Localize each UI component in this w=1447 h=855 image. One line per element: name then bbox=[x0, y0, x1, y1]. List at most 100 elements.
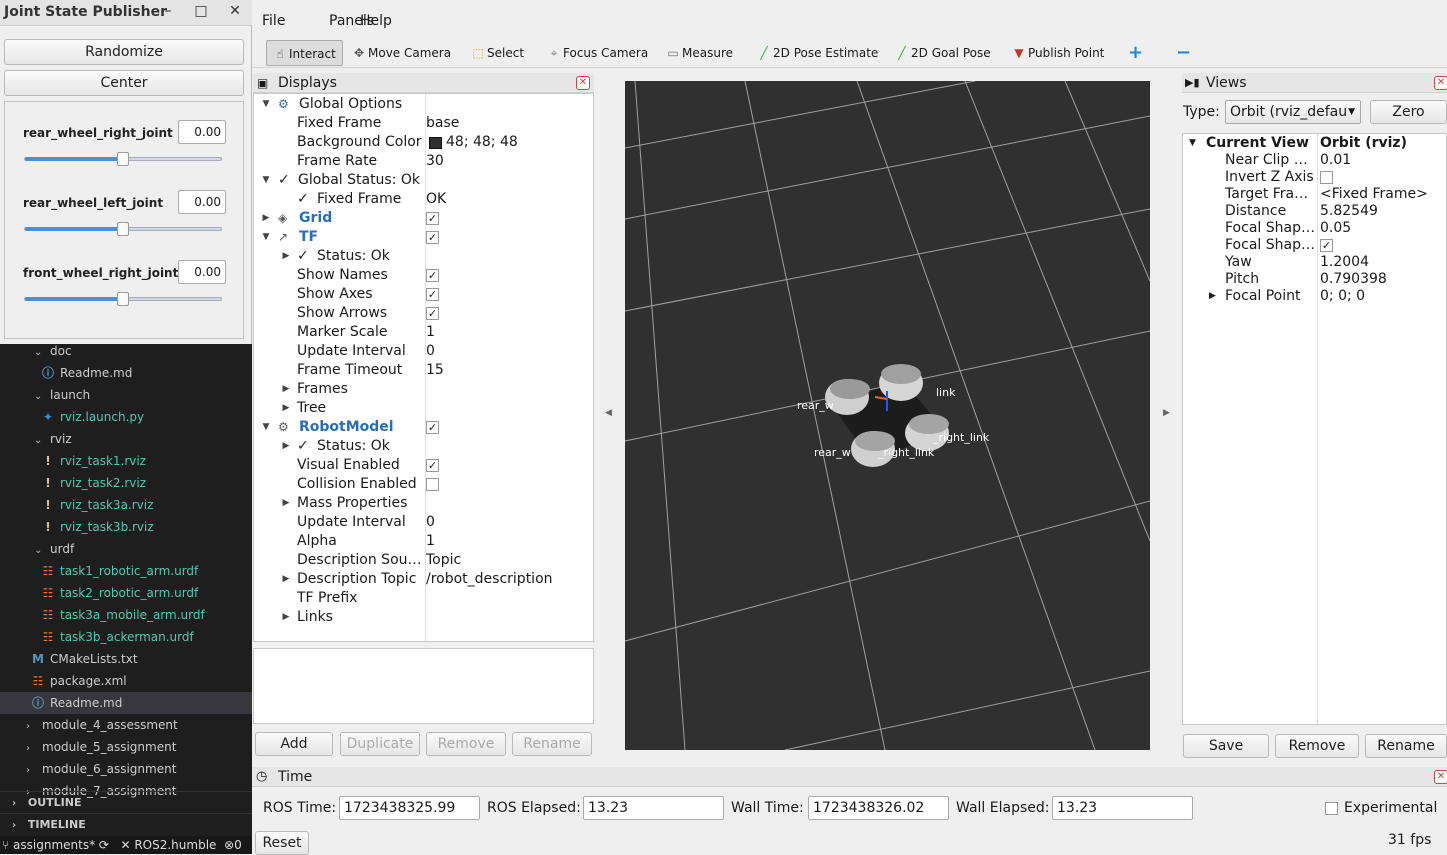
display-property-row[interactable]: Collision Enabled bbox=[254, 475, 593, 494]
display-property-row[interactable]: Update Interval 0 bbox=[254, 513, 593, 532]
view-property-value[interactable]: 1.2004 bbox=[1320, 254, 1369, 271]
rename-view-button[interactable]: Rename bbox=[1365, 734, 1447, 758]
explorer-item[interactable]: › module_5_assignment bbox=[0, 736, 252, 758]
display-property-row[interactable]: Update Interval 0 bbox=[254, 342, 593, 361]
joint-value-field[interactable]: 0.00 bbox=[178, 120, 226, 144]
ros-elapsed-field[interactable]: 13.23 bbox=[583, 796, 724, 820]
outline-section[interactable]: › OUTLINE bbox=[0, 791, 252, 813]
view-checkbox[interactable] bbox=[1320, 171, 1333, 184]
view-property-row[interactable]: ▼ Current View Orbit (rviz) bbox=[1183, 135, 1446, 152]
explorer-item[interactable]: ☷ task3b_ackerman.urdf bbox=[0, 626, 252, 648]
display-property-value[interactable]: /robot_description bbox=[426, 570, 553, 589]
display-property-row[interactable]: Description Sou… Topic bbox=[254, 551, 593, 570]
display-property-row[interactable]: ▶ Tree bbox=[254, 399, 593, 418]
view-property-row[interactable]: Distance 5.82549 bbox=[1183, 203, 1446, 220]
view-property-value[interactable]: <Fixed Frame> bbox=[1320, 186, 1428, 203]
slider-handle[interactable] bbox=[117, 222, 129, 236]
explorer-item[interactable]: ☷ task3a_mobile_arm.urdf bbox=[0, 604, 252, 626]
render-viewport[interactable]: rear_w link _right_link rear_w _right_li… bbox=[625, 81, 1150, 750]
explorer-item[interactable]: ! rviz_task1.rviz bbox=[0, 450, 252, 472]
tool-2d-goal-pose[interactable]: ╱ 2D Goal Pose bbox=[895, 40, 990, 66]
explorer-item[interactable]: ! rviz_task3b.rviz bbox=[0, 516, 252, 538]
tool-focus-camera[interactable]: ⌖ Focus Camera bbox=[547, 40, 649, 66]
remove-view-button[interactable]: Remove bbox=[1275, 734, 1359, 758]
display-property-row[interactable]: ✓ Fixed Frame OK bbox=[254, 190, 593, 209]
views-close-icon[interactable]: ✕ bbox=[1434, 76, 1447, 90]
view-property-value[interactable]: 5.82549 bbox=[1320, 203, 1378, 220]
slider-handle[interactable] bbox=[117, 152, 129, 166]
display-property-value[interactable]: 1 bbox=[426, 323, 435, 342]
display-property-row[interactable]: ▼ ⚙ RobotModel ✓ bbox=[254, 418, 593, 437]
explorer-item[interactable]: ⌄ launch bbox=[0, 384, 252, 406]
view-property-row[interactable]: Invert Z Axis bbox=[1183, 169, 1446, 186]
display-property-value[interactable]: OK bbox=[426, 190, 446, 209]
displays-close-icon[interactable]: ✕ bbox=[576, 76, 590, 90]
display-property-row[interactable]: ▶ Links bbox=[254, 608, 593, 627]
tool-publish-point[interactable]: ▼ Publish Point bbox=[1012, 40, 1104, 66]
display-property-row[interactable]: Background Color 48; 48; 48 bbox=[254, 133, 593, 152]
view-property-value[interactable]: Orbit (rviz) bbox=[1320, 135, 1407, 152]
expand-arrow-icon[interactable]: ▼ bbox=[260, 95, 272, 114]
display-property-row[interactable]: Alpha 1 bbox=[254, 532, 593, 551]
experimental-checkbox[interactable] bbox=[1325, 802, 1338, 815]
explorer-item[interactable]: ☷ task2_robotic_arm.urdf bbox=[0, 582, 252, 604]
display-property-row[interactable]: ▶ ◈ Grid ✓ bbox=[254, 209, 593, 228]
explorer-item[interactable]: › module_6_assignment bbox=[0, 758, 252, 780]
expand-arrow-icon[interactable]: ▶ bbox=[1209, 288, 1216, 305]
explorer-item[interactable]: ⓘ Readme.md bbox=[0, 692, 252, 714]
display-property-row[interactable]: TF Prefix bbox=[254, 589, 593, 608]
collapse-right-icon[interactable]: ▶ bbox=[1163, 408, 1170, 418]
slider-handle[interactable] bbox=[117, 292, 129, 306]
remove-tool-button[interactable]: − bbox=[1176, 40, 1191, 66]
view-property-row[interactable]: ▶ Focal Point 0; 0; 0 bbox=[1183, 288, 1446, 305]
display-property-row[interactable]: ▶ ✓ Status: Ok bbox=[254, 247, 593, 266]
display-checkbox[interactable]: ✓ bbox=[426, 288, 439, 301]
display-property-value[interactable]: base bbox=[426, 114, 459, 133]
save-view-button[interactable]: Save bbox=[1183, 734, 1269, 758]
display-property-row[interactable]: ▼ ↗ TF ✓ bbox=[254, 228, 593, 247]
display-checkbox[interactable]: ✓ bbox=[426, 269, 439, 282]
display-property-row[interactable]: Show Arrows ✓ bbox=[254, 304, 593, 323]
display-checkbox[interactable]: ✓ bbox=[426, 231, 439, 244]
wall-time-field[interactable]: 1723438326.02 bbox=[808, 796, 949, 820]
explorer-item[interactable]: ☷ package.xml bbox=[0, 670, 252, 692]
expand-arrow-icon[interactable]: ▶ bbox=[280, 399, 292, 418]
display-property-row[interactable]: ▶ Frames bbox=[254, 380, 593, 399]
display-checkbox[interactable]: ✓ bbox=[426, 212, 439, 225]
reset-button[interactable]: Reset bbox=[255, 831, 309, 855]
collapse-left-icon[interactable]: ◀ bbox=[605, 408, 612, 418]
expand-arrow-icon[interactable]: ▶ bbox=[280, 570, 292, 589]
rename-display-button[interactable]: Rename bbox=[512, 732, 592, 756]
wall-elapsed-field[interactable]: 13.23 bbox=[1052, 796, 1193, 820]
joint-slider[interactable] bbox=[24, 292, 222, 306]
display-property-row[interactable]: Show Names ✓ bbox=[254, 266, 593, 285]
display-property-row[interactable]: Show Axes ✓ bbox=[254, 285, 593, 304]
expand-arrow-icon[interactable]: ▼ bbox=[260, 418, 272, 437]
display-checkbox[interactable]: ✓ bbox=[426, 459, 439, 472]
display-checkbox[interactable]: ✓ bbox=[426, 421, 439, 434]
display-property-row[interactable]: ▶ Description Topic/robot_description bbox=[254, 570, 593, 589]
view-property-value[interactable]: 0.01 bbox=[1320, 152, 1351, 169]
tool-select[interactable]: ⬚ Select bbox=[471, 40, 524, 66]
explorer-item[interactable]: ⌄ rviz bbox=[0, 428, 252, 450]
view-type-select[interactable]: Orbit (rviz_defau ▼ bbox=[1225, 100, 1361, 124]
maximize-button[interactable]: □ bbox=[193, 3, 209, 19]
view-property-row[interactable]: Pitch 0.790398 bbox=[1183, 271, 1446, 288]
explorer-item[interactable]: ⓘ Readme.md bbox=[0, 362, 252, 384]
expand-arrow-icon[interactable]: ▼ bbox=[260, 228, 272, 247]
joint-value-field[interactable]: 0.00 bbox=[178, 260, 226, 284]
view-property-value[interactable]: 0.790398 bbox=[1320, 271, 1387, 288]
display-checkbox[interactable] bbox=[426, 478, 439, 491]
expand-arrow-icon[interactable]: ▶ bbox=[280, 608, 292, 627]
add-display-button[interactable]: Add bbox=[255, 732, 333, 756]
joint-slider[interactable] bbox=[24, 222, 222, 236]
explorer-item[interactable]: M CMakeLists.txt bbox=[0, 648, 252, 670]
status-errors[interactable]: 0 bbox=[234, 838, 242, 852]
expand-arrow-icon[interactable]: ▶ bbox=[280, 380, 292, 399]
display-property-row[interactable]: Frame Rate 30 bbox=[254, 152, 593, 171]
view-property-row[interactable]: Focal Shap… 0.05 bbox=[1183, 220, 1446, 237]
view-property-row[interactable]: Near Clip … 0.01 bbox=[1183, 152, 1446, 169]
status-branch[interactable]: assignments* bbox=[13, 838, 95, 852]
status-ros[interactable]: ROS2.humble bbox=[134, 838, 216, 852]
close-window-button[interactable]: ✕ bbox=[227, 3, 243, 19]
